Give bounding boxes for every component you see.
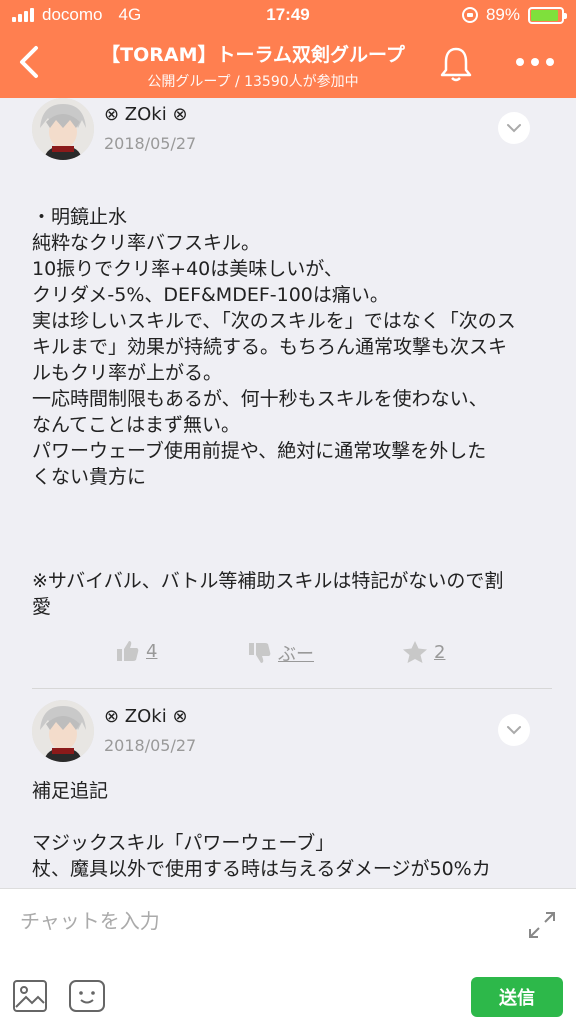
post: ⊗ ZOki ⊗ 2018/05/27 ・明鏡止水純粋なクリ率バフスキル。 10振… xyxy=(0,98,576,688)
like-button[interactable]: 4 xyxy=(116,640,157,662)
post-menu-button[interactable] xyxy=(498,714,530,746)
post-line: クリダメ-5%、DEF&MDEF-100は痛い。 xyxy=(32,284,389,306)
post-line: 実は珍しいスキルで、「次のスキルを」ではなく「次のス xyxy=(32,310,516,332)
star-icon xyxy=(403,641,427,663)
post-line xyxy=(32,804,552,830)
boo-button[interactable]: ぶー xyxy=(248,640,314,666)
post-body: ・明鏡止水純粋なクリ率バフスキル。 10振りでクリ率+40は美味しいが、クリダメ-… xyxy=(32,204,552,620)
chat-input[interactable]: チャットを入力 xyxy=(20,905,160,934)
post-line: パワーウェーブ使用前提や、絶対に通常攻撃を外した xyxy=(32,440,487,462)
boo-label: ぶー xyxy=(278,644,314,665)
post-divider xyxy=(32,688,552,689)
post-line xyxy=(32,542,552,568)
post-line: ルもクリ率が上がる。 xyxy=(32,362,223,384)
post-line: 杖、魔具以外で使用する時は与えるダメージが50%カ xyxy=(32,858,491,880)
group-title: 【TORAM】トーラム双剣グループ xyxy=(101,44,405,66)
post-line: 一応時間制限もあるが、何十秒もスキルを使わない、 xyxy=(32,388,488,410)
nav-bar: 【TORAM】トーラム双剣グループ 公開グループ / 13590人が参加中 xyxy=(0,30,576,98)
post-line xyxy=(32,490,552,516)
post-line: 補足追記 xyxy=(32,780,109,802)
post-line: 純粋なクリ率バフスキル。 xyxy=(32,232,261,254)
post: ⊗ ZOki ⊗ 2018/05/27 補足追記 マジックスキル「パワーウェーブ… xyxy=(0,700,576,888)
chevron-down-icon xyxy=(507,124,521,133)
battery-icon xyxy=(528,6,567,24)
image-icon[interactable] xyxy=(12,979,48,1013)
chat-feed[interactable]: ⊗ ZOki ⊗ 2018/05/27 ・明鏡止水純粋なクリ率バフスキル。 10振… xyxy=(0,98,576,888)
chat-composer: チャットを入力 送信 xyxy=(0,888,576,1024)
back-arrow-icon[interactable] xyxy=(12,40,52,84)
author-name: ⊗ ZOki ⊗ xyxy=(104,706,188,727)
star-count: 2 xyxy=(434,641,446,663)
battery-percent: 89% xyxy=(485,5,520,24)
status-bar: docomo 4G 17:49 89% xyxy=(0,0,576,30)
post-line: 10振りでクリ率+40は美味しいが、 xyxy=(32,258,343,280)
post-line: ・明鏡止水 xyxy=(32,206,128,228)
expand-icon[interactable] xyxy=(526,909,558,941)
post-line: ※サバイバル、バトル等補助スキルは特記がないので割 xyxy=(32,570,504,592)
post-line: くない貴方に xyxy=(32,466,147,488)
avatar[interactable] xyxy=(32,98,94,160)
author-name: ⊗ ZOki ⊗ xyxy=(104,104,188,125)
post-line: キルまで」効果が持続する。もちろん通常攻撃も次スキ xyxy=(32,336,508,358)
post-date: 2018/05/27 xyxy=(104,134,197,153)
avatar[interactable] xyxy=(32,700,94,762)
post-actions: 4 ぶー 2 xyxy=(0,640,576,680)
thumbs-up-icon xyxy=(117,641,139,661)
post-line: マジックスキル「パワーウェーブ」 xyxy=(32,832,335,854)
more-options-icon[interactable] xyxy=(510,50,560,74)
thumbs-down-icon xyxy=(249,643,271,663)
post-date: 2018/05/27 xyxy=(104,736,197,755)
post-body: 補足追記 マジックスキル「パワーウェーブ」杖、魔具以外で使用する時は与えるダメー… xyxy=(32,778,552,882)
app-header: docomo 4G 17:49 89% 【TORAM】トーラム双剣グループ 公開… xyxy=(0,0,576,98)
post-line: なんてことはまず無い。 xyxy=(32,414,241,436)
post-line xyxy=(32,516,552,542)
sticker-icon[interactable] xyxy=(68,979,106,1013)
send-button[interactable]: 送信 xyxy=(471,977,563,1017)
bell-icon[interactable] xyxy=(438,44,474,84)
group-subtitle: 公開グループ / 13590人が参加中 xyxy=(147,74,359,90)
chevron-down-icon xyxy=(507,726,521,735)
post-line: 愛 xyxy=(32,596,52,618)
like-count: 4 xyxy=(146,640,158,662)
post-menu-button[interactable] xyxy=(498,112,530,144)
star-button[interactable]: 2 xyxy=(402,640,445,664)
orientation-lock-icon xyxy=(461,7,478,23)
